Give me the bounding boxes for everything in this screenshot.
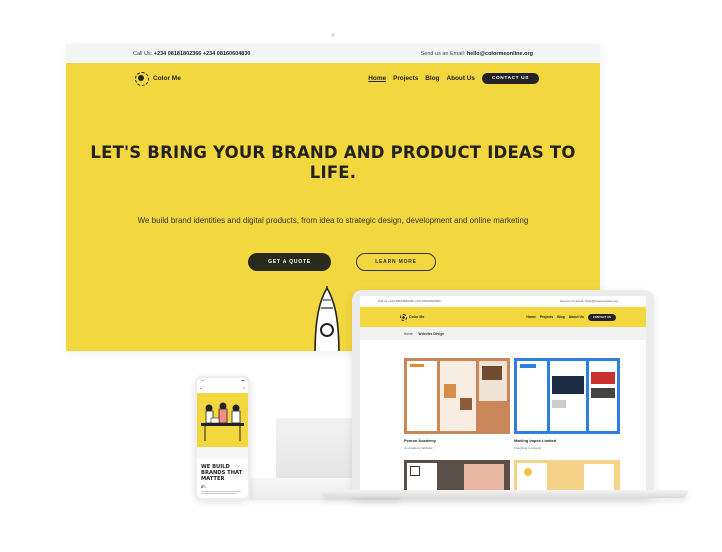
laptop-frame: Call us +234 08181802366 +234 0816060483… <box>352 290 654 498</box>
sun-logo-icon <box>400 313 407 321</box>
laptop-navbar: Color Me Home Projects Blog About Us CON… <box>360 307 646 327</box>
laptop-email: Send us an Email: hello@colormeonline.or… <box>559 298 618 303</box>
phone-hero-title: WE BUILD BRANDS THAT MATTER <box>201 464 243 483</box>
rocket-illustration <box>314 286 340 351</box>
email-link[interactable]: hello@colormeonline.org <box>467 51 533 57</box>
laptop-call-us: Call us +234 08181802366 +234 0816060483… <box>378 298 441 303</box>
laptop-base <box>322 490 688 498</box>
project-subtitle: Freighting Company <box>514 446 542 450</box>
brand-logo[interactable]: Color Me <box>133 70 181 86</box>
menu-icon[interactable]: ☰ <box>243 387 245 390</box>
main-navbar: Color Me Home Projects Blog About Us CON… <box>66 63 600 93</box>
nav-blog[interactable]: Blog <box>425 75 439 82</box>
project-thumbnail <box>514 358 620 434</box>
breadcrumb: Home Websites Design <box>360 327 646 340</box>
project-grid: Pemon Academy An Academy Website Marling… <box>404 358 620 498</box>
team-illustration <box>201 402 244 441</box>
project-title[interactable]: Marling Impex Limited <box>514 438 620 443</box>
cta-row: GET A QUOTE LEARN MORE <box>248 253 436 271</box>
breadcrumb-current: Websites Design <box>418 331 444 336</box>
laptop-topbar: Call us +234 08181802366 +234 0816060483… <box>360 296 646 305</box>
nav-about-us[interactable]: About Us <box>447 75 475 82</box>
camera-dot <box>331 33 335 37</box>
laptop-nav-projects[interactable]: Projects <box>540 315 553 319</box>
laptop-screen: Call us +234 08181802366 +234 0816060483… <box>360 296 646 498</box>
call-us: Call Us: +234 08181802366 +234 081606048… <box>133 50 251 57</box>
sun-logo-icon <box>133 70 149 86</box>
phone-small-label: ADOS <box>201 487 207 490</box>
laptop-brand-name: Color Me <box>409 315 425 319</box>
project-card[interactable]: Marling Impex Limited Freighting Company <box>514 358 620 450</box>
breadcrumb-home[interactable]: Home <box>404 332 413 336</box>
battery-icon: ▬ <box>241 379 245 382</box>
laptop-brand[interactable]: Color Me <box>400 313 425 321</box>
laptop-contact-us-button[interactable]: CONTACT US <box>587 313 616 321</box>
get-a-quote-button[interactable]: GET A QUOTE <box>248 253 331 271</box>
phone-nav: ◉ ☰ <box>197 384 248 392</box>
laptop-nav-home[interactable]: Home <box>526 315 535 319</box>
hero-title: LET'S BRING YOUR BRAND AND PRODUCT IDEAS… <box>90 143 576 182</box>
learn-more-button[interactable]: LEARN MORE <box>356 253 436 271</box>
project-subtitle: An Academy Website <box>404 446 433 450</box>
phone-frame: ▪▪▪ ▬ ◉ ☰ WE BUILD BRANDS THAT MATTER ℘ … <box>195 376 250 500</box>
laptop-nav-about-us[interactable]: About Us <box>569 315 584 319</box>
laptop-nav-blog[interactable]: Blog <box>557 315 565 319</box>
phone-logo-icon[interactable]: ◉ <box>200 387 202 390</box>
signal-icon: ▪▪▪ <box>201 379 204 382</box>
email-us: Send us an Email: hello@colormeonline.or… <box>420 50 533 57</box>
project-thumbnail <box>404 358 510 434</box>
hero-subtitle: We build brand identities and digital pr… <box>137 216 529 225</box>
nav-projects[interactable]: Projects <box>393 75 418 82</box>
nav-links: Home Projects Blog About Us CONTACT US <box>368 72 539 84</box>
nav-home[interactable]: Home <box>368 75 386 82</box>
phone-spacer <box>197 447 248 459</box>
contact-us-button[interactable]: CONTACT US <box>481 72 539 84</box>
phone-hero-illustration <box>197 393 248 447</box>
phone-section-label: ℘ ADOS <box>197 483 248 496</box>
project-title[interactable]: Pemon Academy <box>404 438 510 443</box>
contact-topbar: Call Us: +234 08181802366 +234 081606048… <box>66 44 600 63</box>
laptop-nav-links: Home Projects Blog About Us CONTACT US <box>526 313 616 321</box>
brand-name: Color Me <box>153 74 181 82</box>
project-card[interactable]: Pemon Academy An Academy Website <box>404 358 510 450</box>
